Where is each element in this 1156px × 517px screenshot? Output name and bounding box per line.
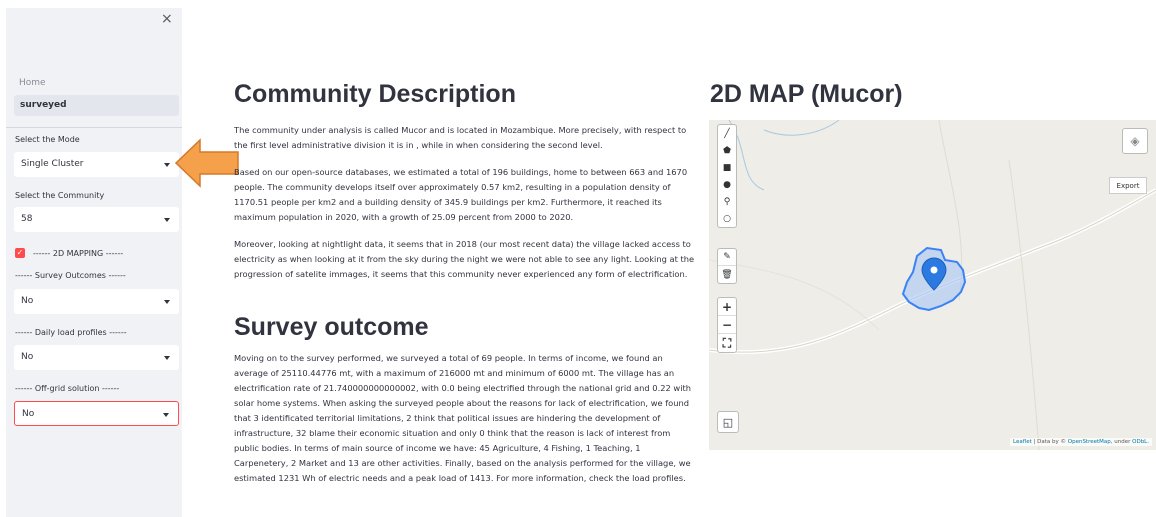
survey-outcomes-select[interactable]: No <box>14 289 179 314</box>
mapping-checkbox-label: ------ 2D MAPPING ------ <box>33 248 124 258</box>
draw-polyline-icon[interactable]: ╱ <box>718 125 736 142</box>
attribution-leaflet-link[interactable]: Leaflet <box>1013 439 1032 445</box>
attribution-odbl-link[interactable]: ODbL. <box>1132 439 1149 445</box>
checkbox-checked-icon[interactable]: ✓ <box>15 248 25 258</box>
chevron-down-icon <box>164 163 170 167</box>
mode-select-value: Single Cluster <box>21 159 84 169</box>
sidebar-divider <box>6 127 182 128</box>
nav-item-surveyed[interactable]: surveyed <box>14 95 179 116</box>
draw-toolbar: ╱ ⬟ ■ ● ⚲ ○ <box>717 124 737 228</box>
sidebar: × Home surveyed Select the Mode Single C… <box>6 8 182 517</box>
daily-load-value: No <box>21 352 34 362</box>
community-description-title: Community Description <box>234 80 516 108</box>
chevron-down-icon <box>163 413 169 417</box>
chevron-down-icon <box>164 300 170 304</box>
chevron-down-icon <box>164 218 170 222</box>
fullscreen-icon[interactable]: ◱ <box>717 411 739 433</box>
community-paragraph-1: The community under analysis is called M… <box>234 125 687 150</box>
map-title: 2D MAP (Mucor) <box>710 80 903 108</box>
survey-outcome-title: Survey outcome <box>234 313 429 341</box>
daily-load-select[interactable]: No <box>14 345 179 370</box>
export-button[interactable]: Export <box>1109 177 1147 194</box>
edit-toolbar: ✎ 🗑 <box>717 248 737 284</box>
mapping-checkbox-row[interactable]: ✓ ------ 2D MAPPING ------ <box>15 248 123 258</box>
leaflet-map[interactable]: ╱ ⬟ ■ ● ⚲ ○ ✎ 🗑 + − ⛶ ◈ Export ◱ Leaflet… <box>709 120 1156 450</box>
draw-circle-icon[interactable]: ● <box>718 176 736 193</box>
community-select-value: 58 <box>21 214 33 224</box>
attribution-under: , under <box>1110 439 1133 445</box>
mode-label: Select the Mode <box>15 135 80 144</box>
map-background <box>709 120 1156 450</box>
offgrid-label: ------ Off-grid solution ------ <box>15 384 120 393</box>
draw-marker-icon[interactable]: ⚲ <box>718 193 736 210</box>
fit-bounds-icon[interactable]: ⛶ <box>718 334 736 352</box>
zoom-in-button[interactable]: + <box>718 298 736 316</box>
zoom-out-button[interactable]: − <box>718 316 736 334</box>
map-attribution: Leaflet | Data by © OpenStreetMap, under… <box>1010 438 1152 446</box>
attribution-text: | Data by © <box>1031 439 1068 445</box>
draw-circlemarker-icon[interactable]: ○ <box>718 210 736 227</box>
community-select[interactable]: 58 <box>14 207 179 232</box>
delete-layers-icon[interactable]: 🗑 <box>718 266 736 283</box>
draw-rectangle-icon[interactable]: ■ <box>718 159 736 176</box>
offgrid-value: No <box>22 409 35 419</box>
chevron-down-icon <box>164 356 170 360</box>
community-paragraph-3: Moreover, looking at nightlight data, it… <box>234 239 695 279</box>
nav-item-home[interactable]: Home <box>19 78 46 88</box>
layers-control-icon[interactable]: ◈ <box>1122 128 1148 154</box>
zoom-control: + − ⛶ <box>717 297 737 353</box>
community-paragraph-2: Based on our open-source databases, we e… <box>234 167 688 222</box>
survey-paragraph: Moving on to the survey performed, we su… <box>234 353 692 483</box>
survey-outcomes-value: No <box>21 296 34 306</box>
close-sidebar-button[interactable]: × <box>161 11 173 27</box>
annotation-arrow-icon <box>174 138 239 188</box>
attribution-osm-link[interactable]: OpenStreetMap <box>1068 439 1111 445</box>
offgrid-select[interactable]: No <box>14 401 179 426</box>
daily-load-label: ------ Daily load profiles ------ <box>15 328 127 337</box>
edit-layers-icon[interactable]: ✎ <box>718 249 736 266</box>
mode-select[interactable]: Single Cluster <box>14 152 179 177</box>
survey-outcomes-label: ------ Survey Outcomes ------ <box>15 271 126 280</box>
draw-polygon-icon[interactable]: ⬟ <box>718 142 736 159</box>
community-label: Select the Community <box>15 191 105 200</box>
